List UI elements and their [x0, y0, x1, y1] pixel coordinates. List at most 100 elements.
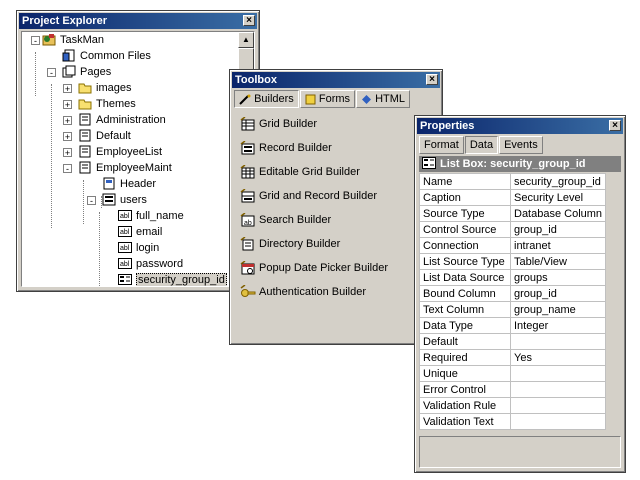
property-value[interactable]	[509, 381, 607, 398]
tree-item-label: EmployeeList	[96, 146, 163, 159]
property-value[interactable]	[509, 397, 607, 414]
property-value[interactable]: Integer	[509, 317, 607, 334]
property-value[interactable]	[509, 413, 607, 430]
toolbox-tabs: Builders Forms HTML	[234, 90, 411, 108]
expand-icon[interactable]: +	[63, 100, 72, 110]
expand-icon[interactable]: +	[63, 148, 72, 158]
property-value[interactable]: groups	[509, 269, 607, 286]
collapse-icon[interactable]: -	[47, 68, 56, 78]
toolbox-titlebar[interactable]: Toolbox ×	[232, 72, 440, 88]
tab-format[interactable]: Format	[419, 136, 464, 154]
close-icon[interactable]: ×	[609, 120, 621, 131]
property-row[interactable]: Unique	[419, 365, 607, 382]
close-icon[interactable]: ×	[243, 15, 255, 26]
property-row[interactable]: Text Column group_name	[419, 301, 607, 318]
property-value[interactable]	[509, 365, 607, 382]
toolbox-window: Toolbox × Builders Forms HTML Grid Build…	[229, 69, 443, 345]
tree-item-pages[interactable]: Pages	[62, 64, 111, 80]
tree-item-employeemaint[interactable]: EmployeeMaint	[78, 160, 172, 176]
tree-item-themes[interactable]: Themes	[78, 96, 136, 112]
record-builder-item[interactable]: Record Builder	[240, 139, 332, 157]
expand-icon[interactable]: +	[63, 132, 72, 142]
tree-item-default[interactable]: Default	[78, 128, 131, 144]
property-value[interactable]: Table/View	[509, 253, 607, 270]
authentication-builder-item[interactable]: Authentication Builder	[240, 283, 366, 301]
properties-window: Properties × Format Data Events List Box: …	[414, 115, 626, 473]
textbox-icon: abl	[118, 225, 132, 238]
property-row[interactable]: Bound Column group_id	[419, 285, 607, 302]
property-row[interactable]: Data Type Integer	[419, 317, 607, 334]
tree-item-common-files[interactable]: Common Files	[62, 48, 151, 64]
property-value[interactable]: Security Level	[509, 189, 607, 206]
tree-item-security-group-id[interactable]: security_group_id	[118, 272, 227, 286]
property-value[interactable]: Yes	[509, 349, 607, 366]
toolbox-item-label: Directory Builder	[259, 238, 341, 250]
folder-icon	[78, 81, 92, 94]
property-row[interactable]: Caption Security Level	[419, 189, 607, 206]
property-row[interactable]: Control Source group_id	[419, 221, 607, 238]
property-row[interactable]: Source Type Database Column	[419, 205, 607, 222]
property-value[interactable]: security_group_id	[509, 173, 607, 190]
tab-builders[interactable]: Builders	[234, 90, 299, 108]
property-value[interactable]: group_id	[509, 285, 607, 302]
close-icon[interactable]: ×	[426, 74, 438, 85]
tree-item-email[interactable]: abl email	[118, 224, 162, 240]
properties-titlebar[interactable]: Properties ×	[417, 118, 623, 134]
properties-description-panel	[419, 436, 621, 468]
tree-item-login[interactable]: abl login	[118, 240, 159, 256]
scroll-up-icon[interactable]: ▲	[238, 32, 254, 48]
tree-item-administration[interactable]: Administration	[78, 112, 166, 128]
project-tree: - TaskMan Common Files - Pages + images …	[21, 31, 255, 287]
property-row[interactable]: Required Yes	[419, 349, 607, 366]
property-value[interactable]	[509, 333, 607, 350]
property-key: Source Type	[419, 205, 511, 222]
tree-item-header[interactable]: Header	[102, 176, 156, 192]
expand-icon[interactable]: +	[63, 116, 72, 126]
editable-grid-builder-item[interactable]: Editable Grid Builder	[240, 163, 360, 181]
toolbox-item-label: Editable Grid Builder	[259, 166, 360, 178]
property-row[interactable]: Error Control	[419, 381, 607, 398]
property-value[interactable]: Database Column	[509, 205, 607, 222]
search-builder-item[interactable]: ab Search Builder	[240, 211, 331, 229]
tab-label: HTML	[375, 93, 406, 105]
tree-item-users[interactable]: users	[102, 192, 147, 208]
property-key: Name	[419, 173, 511, 190]
property-row[interactable]: List Source Type Table/View	[419, 253, 607, 270]
property-row[interactable]: Default	[419, 333, 607, 350]
property-key: Default	[419, 333, 511, 350]
tree-item-full-name[interactable]: abl full_name	[118, 208, 184, 224]
svg-text:abl: abl	[120, 213, 130, 220]
grid-record-builder-item[interactable]: Grid and Record Builder	[240, 187, 377, 205]
properties-grid: Name security_group_id Caption Security Le…	[419, 173, 607, 430]
collapse-icon[interactable]: -	[63, 164, 72, 174]
toolbox-item-label: Search Builder	[259, 214, 332, 226]
tree-item-taskman[interactable]: TaskMan	[42, 32, 104, 48]
tab-html[interactable]: HTML	[356, 90, 411, 108]
property-row[interactable]: List Data Source groups	[419, 269, 607, 286]
tab-data[interactable]: Data	[464, 136, 499, 154]
date-picker-builder-item[interactable]: Popup Date Picker Builder	[240, 259, 388, 277]
property-key: Error Control	[419, 381, 511, 398]
property-row[interactable]: Validation Rule	[419, 397, 607, 414]
properties-title: Properties	[420, 120, 475, 132]
property-value[interactable]: group_id	[509, 221, 607, 238]
tab-events[interactable]: Events	[499, 136, 543, 154]
property-row[interactable]: Validation Text	[419, 413, 607, 430]
property-value[interactable]: intranet	[509, 237, 607, 254]
project-explorer-titlebar[interactable]: Project Explorer ×	[19, 13, 257, 29]
tree-item-password[interactable]: abl password	[118, 256, 183, 272]
directory-builder-item[interactable]: Directory Builder	[240, 235, 340, 253]
tree-item-employeelist[interactable]: EmployeeList	[78, 144, 162, 160]
tab-forms[interactable]: Forms	[299, 90, 356, 108]
record-builder-icon	[240, 140, 256, 155]
property-row[interactable]: Connection intranet	[419, 237, 607, 254]
collapse-icon[interactable]: -	[87, 196, 96, 206]
tree-item-images[interactable]: images	[78, 80, 131, 96]
property-value[interactable]: group_name	[509, 301, 607, 318]
expand-icon[interactable]: +	[63, 84, 72, 94]
grid-builder-item[interactable]: Grid Builder	[240, 115, 317, 133]
property-key: Validation Rule	[419, 397, 511, 414]
tree-item-label: Themes	[96, 98, 136, 111]
property-row[interactable]: Name security_group_id	[419, 173, 607, 190]
collapse-icon[interactable]: -	[31, 36, 40, 46]
